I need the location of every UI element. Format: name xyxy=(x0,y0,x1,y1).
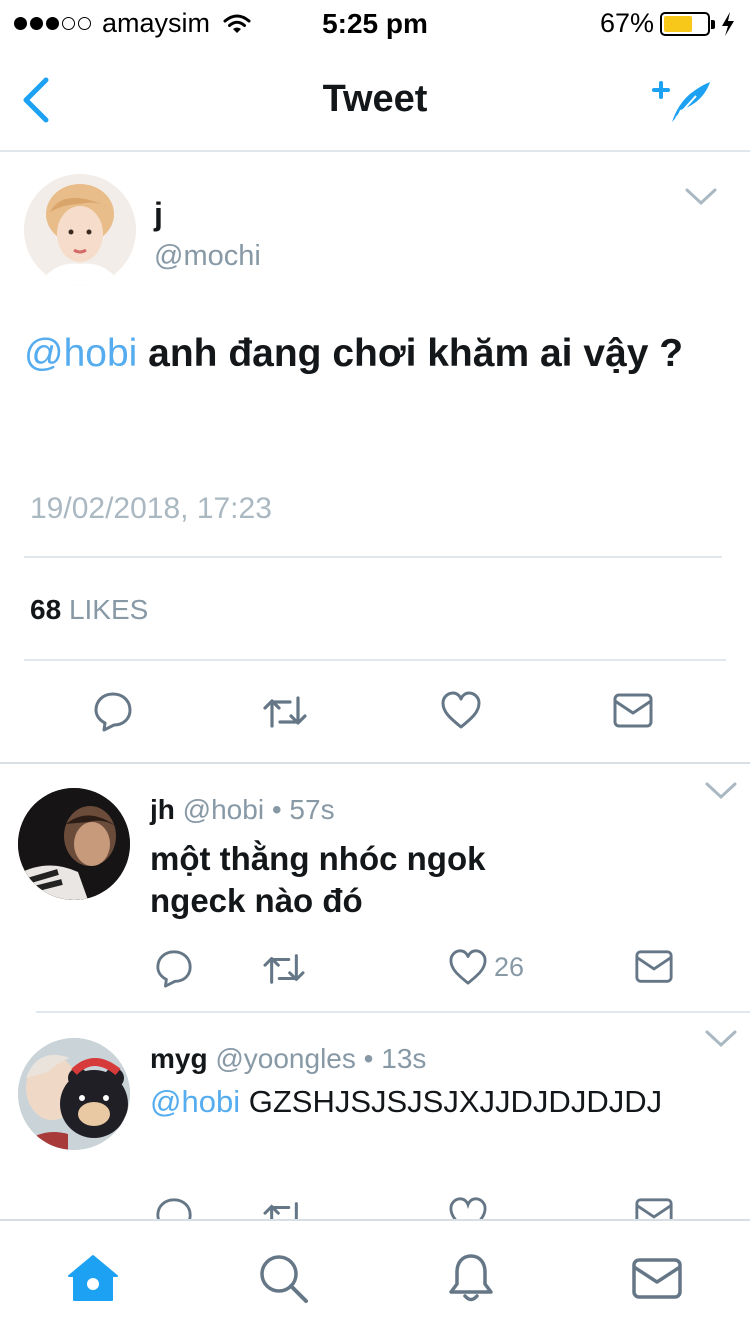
nav-bar: Tweet xyxy=(0,48,750,152)
author-name: j xyxy=(154,196,163,232)
retweet-icon[interactable] xyxy=(262,950,306,988)
tab-bar xyxy=(0,1219,750,1334)
reply-icon[interactable] xyxy=(154,1196,194,1219)
reply-options-chevron-icon[interactable] xyxy=(704,780,738,802)
battery-percent: 67% xyxy=(599,8,654,38)
reply-author-handle: @hobi xyxy=(182,794,265,825)
author-avatar[interactable] xyxy=(24,174,136,286)
likes-summary[interactable]: 68 LIKES xyxy=(30,594,148,626)
reply-icon[interactable] xyxy=(92,690,134,732)
compose-tweet-icon[interactable] xyxy=(650,74,714,126)
notifications-bell-icon[interactable] xyxy=(444,1251,498,1305)
tweet-body: anh đang chơi khăm ai vậy ? xyxy=(148,332,684,375)
reply-text-line: một thằng nhóc ngok xyxy=(150,840,486,877)
retweet-icon[interactable] xyxy=(262,692,308,732)
heart-icon[interactable] xyxy=(448,948,488,986)
reply-avatar[interactable] xyxy=(18,1038,130,1150)
reply-time: 13s xyxy=(381,1043,427,1074)
meta-separator: • xyxy=(271,794,282,825)
meta-separator: • xyxy=(363,1043,374,1074)
home-icon[interactable] xyxy=(66,1251,120,1305)
reply-author-name: myg xyxy=(150,1043,208,1074)
heart-icon[interactable] xyxy=(440,690,482,730)
reply-avatar[interactable] xyxy=(18,788,130,900)
reply-time: 57s xyxy=(289,794,335,825)
section-divider xyxy=(0,762,750,764)
charging-bolt-icon xyxy=(722,11,734,36)
likes-count: 68 xyxy=(30,594,62,625)
reply-options-chevron-icon[interactable] xyxy=(704,1028,738,1050)
reply-author-handle: @yoongles xyxy=(215,1043,356,1074)
divider xyxy=(36,1011,750,1013)
reply-text-line: ngeck nào đó xyxy=(150,882,363,919)
direct-message-icon[interactable] xyxy=(612,692,654,730)
retweet-icon[interactable] xyxy=(262,1198,306,1219)
reply-mention-link[interactable]: @hobi xyxy=(150,1084,240,1119)
heart-icon[interactable] xyxy=(448,1196,488,1219)
status-right: 67% xyxy=(600,8,736,39)
reply-like-count: 26 xyxy=(494,952,525,982)
page-title: Tweet xyxy=(322,78,428,120)
tweet-text: @hobi anh đang chơi khăm ai vậy ? xyxy=(24,332,683,376)
reply-text: @hobi GZSHJSJSJSJXJJDJDJDJDJ xyxy=(150,1084,662,1120)
battery-fill xyxy=(664,15,693,32)
reply-actions-clipped xyxy=(0,1190,750,1219)
direct-message-icon[interactable] xyxy=(634,1196,674,1219)
direct-message-icon[interactable] xyxy=(634,948,674,986)
tweet-mention-link[interactable]: @hobi xyxy=(24,332,137,375)
messages-icon[interactable] xyxy=(630,1251,684,1305)
author-handle: @mochi xyxy=(154,240,261,272)
search-icon[interactable] xyxy=(256,1251,310,1305)
battery-icon xyxy=(660,11,715,36)
reply-body: GZSHJSJSJSJXJJDJDJDJDJ xyxy=(248,1084,663,1119)
tweet-options-chevron-icon[interactable] xyxy=(684,186,718,208)
reply-meta: myg @yoongles • 13s xyxy=(150,1043,426,1075)
reply-icon[interactable] xyxy=(154,948,194,988)
reply-meta: jh @hobi • 57s xyxy=(150,794,335,826)
reply-text: một thằng nhóc ngok ngeck nào đó xyxy=(150,838,485,922)
divider xyxy=(24,659,726,661)
tweet-timestamp: 19/02/2018, 17:23 xyxy=(30,492,272,525)
status-bar: amaysim 5:25 pm 67% xyxy=(0,0,750,48)
likes-label: LIKES xyxy=(68,594,149,625)
divider xyxy=(24,556,722,558)
reply-author-name: jh xyxy=(150,794,175,825)
